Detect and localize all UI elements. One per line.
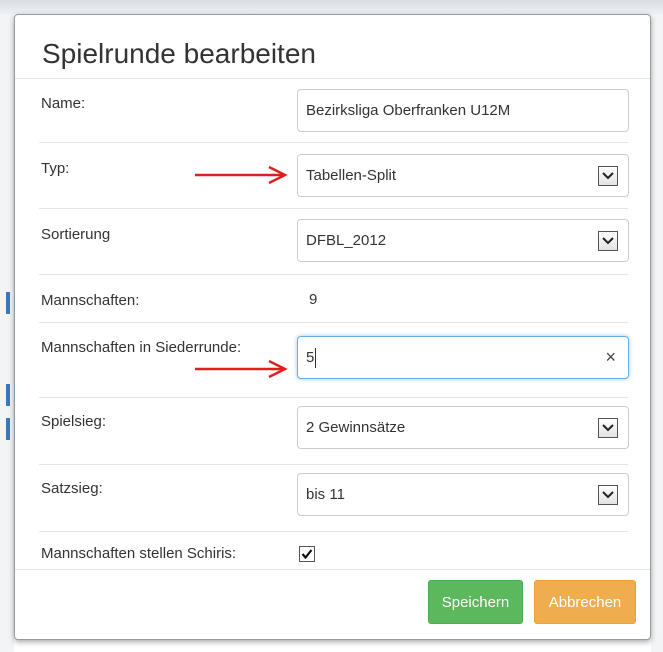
chevron-down-icon[interactable]	[598, 231, 618, 251]
red-arrow-icon	[195, 165, 288, 185]
typ-label: Typ:	[41, 160, 70, 177]
background-window-right	[651, 14, 663, 652]
typ-select[interactable]: Tabellen-Split	[297, 154, 629, 197]
siederrunde-value: 5	[306, 349, 315, 366]
form-row-name: Name: Bezirksliga Oberfranken U12M	[39, 79, 629, 143]
blank-area	[201, 281, 311, 315]
background-window-top	[0, 0, 663, 14]
red-arrow-icon	[195, 359, 288, 379]
siederrunde-label: Mannschaften in Siederrunde:	[41, 339, 242, 356]
background-marker	[6, 292, 10, 314]
spielsieg-select[interactable]: 2 Gewinnsätze	[297, 406, 629, 449]
name-value: Bezirksliga Oberfranken U12M	[306, 102, 511, 119]
form-row-satzsieg: Satzsieg: bis 11	[39, 465, 629, 532]
check-icon	[301, 549, 313, 560]
background-marker	[6, 384, 10, 406]
chevron-down-icon[interactable]	[598, 418, 618, 438]
name-label: Name:	[41, 95, 86, 112]
chevron-down-icon[interactable]	[598, 485, 618, 505]
form-row-siederrunde: Mannschaften in Siederrunde: 5 ×	[39, 323, 629, 398]
form-row-mannschaften: Mannschaften: 9	[39, 275, 628, 323]
spielsieg-label: Spielsieg:	[41, 413, 107, 430]
name-input[interactable]: Bezirksliga Oberfranken U12M	[297, 89, 629, 132]
form-row-spielsieg: Spielsieg: 2 Gewinnsätze	[39, 398, 629, 465]
dialog-title: Spielrunde bearbeiten	[42, 38, 316, 69]
dialog-header: Spielrunde bearbeiten	[15, 15, 650, 79]
sortierung-label: Sortierung	[41, 226, 111, 243]
background-window-left	[0, 14, 14, 652]
satzsieg-label: Satzsieg:	[41, 480, 103, 497]
background-marker	[6, 418, 10, 440]
satzsieg-select[interactable]: bis 11	[297, 473, 629, 516]
dialog-footer: Speichern Abbrechen	[15, 569, 650, 639]
form-row-schiris: Mannschaften stellen Schiris:	[39, 532, 628, 572]
edit-round-dialog: Spielrunde bearbeiten Name: Bezirksliga …	[14, 14, 651, 640]
typ-value: Tabellen-Split	[306, 167, 397, 184]
schiris-checkbox[interactable]	[299, 546, 315, 562]
schiris-label: Mannschaften stellen Schiris:	[41, 545, 237, 562]
close-icon[interactable]: ×	[605, 347, 616, 367]
text-caret	[315, 347, 317, 368]
form-row-typ: Typ: Tabellen-Split	[39, 143, 629, 209]
siederrunde-input[interactable]: 5 ×	[297, 336, 629, 379]
save-button[interactable]: Speichern	[428, 580, 523, 624]
satzsieg-value: bis 11	[306, 486, 345, 503]
mannschaften-value: 9	[309, 291, 318, 308]
form-row-sortierung: Sortierung DFBL_2012	[39, 209, 629, 275]
chevron-down-icon[interactable]	[598, 166, 618, 186]
spielsieg-value: 2 Gewinnsätze	[306, 419, 406, 436]
sortierung-select[interactable]: DFBL_2012	[297, 219, 629, 262]
dialog-body: Name: Bezirksliga Oberfranken U12M Typ: …	[15, 79, 650, 572]
sortierung-value: DFBL_2012	[306, 232, 387, 249]
cancel-button[interactable]: Abbrechen	[534, 580, 636, 624]
mannschaften-label: Mannschaften:	[41, 292, 140, 309]
